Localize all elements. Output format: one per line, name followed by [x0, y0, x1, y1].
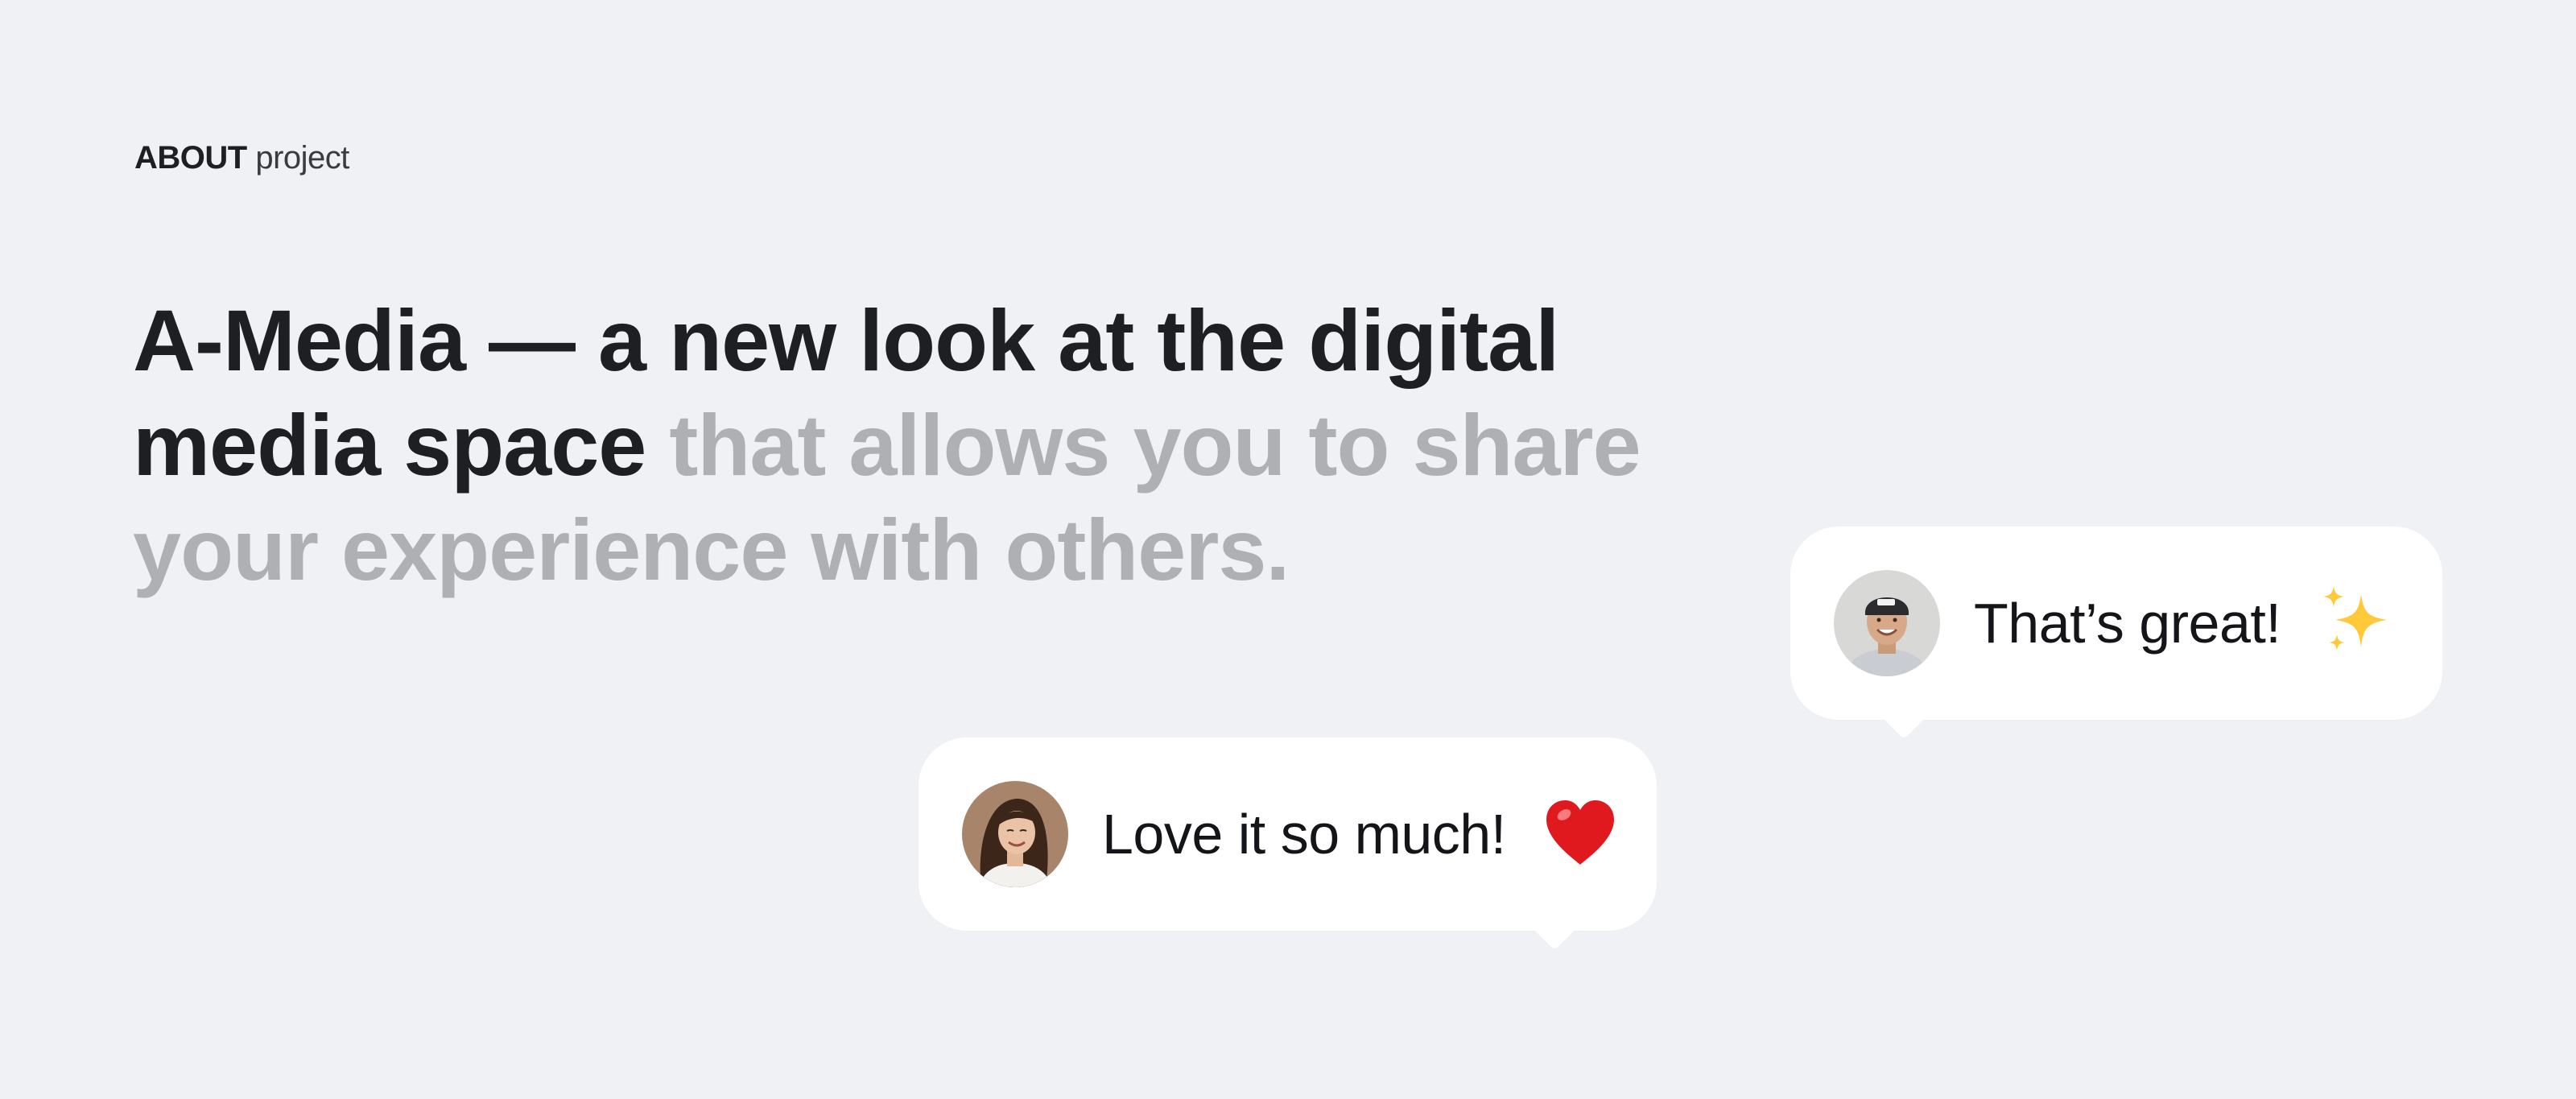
chat-bubble-text: Love it so much!	[1102, 803, 1506, 866]
avatar-man-cap	[1834, 570, 1940, 676]
headline-line-2-dark: media space	[133, 396, 646, 494]
eyebrow-bold-label: ABOUT	[134, 140, 247, 176]
section-eyebrow: ABOUT project	[134, 135, 349, 180]
avatar-woman	[962, 781, 1068, 887]
heart-icon	[1542, 794, 1619, 875]
headline-line-1: A-Media — a new look at the digital	[133, 291, 1559, 389]
headline-line-3: your experience with others.	[133, 501, 1290, 598]
page-headline: A-Media — a new look at the digital medi…	[133, 288, 1743, 602]
headline-line-2: media space that allows you to share	[133, 393, 1743, 498]
eyebrow-light-label: project	[255, 140, 349, 176]
chat-bubble-thats-great: That’s great!	[1790, 527, 2442, 740]
chat-bubble-love-it: Love it so much!	[919, 737, 1657, 951]
sparkles-icon	[2316, 583, 2393, 664]
headline-line-2-muted: that allows you to share	[669, 396, 1641, 494]
bubble-tail	[1531, 904, 1578, 951]
bubble-tail	[1880, 693, 1927, 740]
chat-bubble-text: That’s great!	[1974, 592, 2281, 655]
